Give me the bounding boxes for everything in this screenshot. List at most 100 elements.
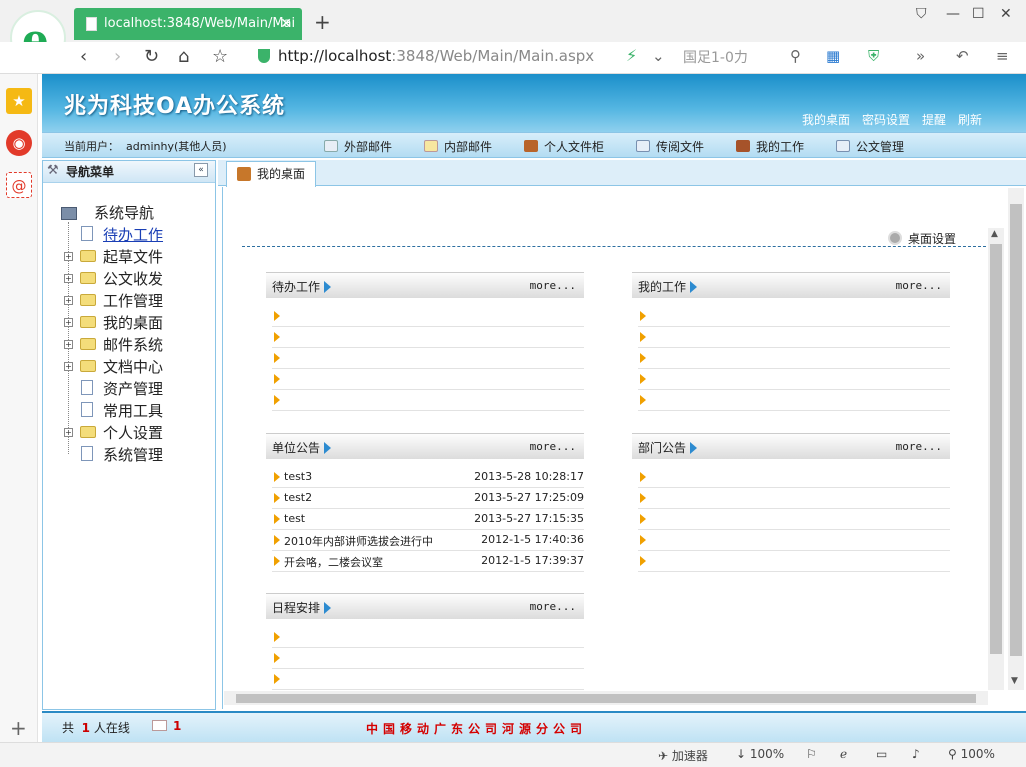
list-item[interactable] <box>272 327 584 348</box>
menu-icon[interactable]: ≡ <box>996 47 1009 65</box>
expand-icon[interactable]: + <box>64 362 73 371</box>
browser-tab[interactable]: localhost:3848/Web/Main/Mai ✕ <box>74 8 302 40</box>
menu-internal-mail[interactable]: 内部邮件 <box>424 138 492 155</box>
menu-my-work[interactable]: 我的工作 <box>736 138 804 155</box>
shirt-icon[interactable]: ⛉ <box>916 6 927 22</box>
undo-icon[interactable]: ↶ <box>956 47 969 65</box>
accelerator-button[interactable]: ✈ 加速器 <box>658 747 708 764</box>
nav-item-document-center[interactable]: 文档中心 <box>103 356 163 377</box>
more-link[interactable]: more... <box>530 279 576 292</box>
list-item[interactable] <box>638 551 950 572</box>
close-window-button[interactable]: ✕ <box>1000 6 1012 22</box>
zoom-indicator[interactable]: ⚲ 100% <box>948 747 995 761</box>
nav-item-asset-management[interactable]: 资产管理 <box>103 378 163 399</box>
nav-item-system-management[interactable]: 系统管理 <box>103 444 163 465</box>
expand-icon[interactable]: + <box>64 340 73 349</box>
url-input[interactable]: http://localhost:3848/Web/Main/Main.aspx <box>278 47 594 65</box>
more-link[interactable]: more... <box>530 600 576 613</box>
horizontal-scroll-thumb[interactable] <box>236 694 976 703</box>
sidebar-add-icon[interactable]: + <box>10 716 27 740</box>
notice-title[interactable]: test2 <box>284 491 312 504</box>
nav-item-personal-settings[interactable]: 个人设置 <box>103 422 163 443</box>
favorite-star-icon[interactable]: ☆ <box>212 46 228 67</box>
list-item[interactable] <box>272 627 584 648</box>
sound-icon[interactable]: ♪ <box>912 747 920 761</box>
link-reminder[interactable]: 提醒 <box>922 111 946 128</box>
expand-icon[interactable]: + <box>64 274 73 283</box>
notice-row[interactable]: test3 2013-5-28 10:28:17 <box>272 467 584 488</box>
more-extensions-icon[interactable]: » <box>916 47 925 65</box>
notice-title[interactable]: 2010年内部讲师选拔会进行中 <box>284 533 433 549</box>
collapse-nav-button[interactable]: « <box>194 163 208 177</box>
list-item[interactable] <box>272 348 584 369</box>
notice-row[interactable]: 开会咯，二楼会议室 2012-1-5 17:39:37 <box>272 551 584 572</box>
maximize-button[interactable]: ☐ <box>972 6 985 22</box>
mail-notification[interactable]: 1 <box>152 719 181 733</box>
more-link[interactable]: more... <box>530 440 576 453</box>
list-item[interactable] <box>638 390 950 411</box>
link-password-settings[interactable]: 密码设置 <box>862 111 910 128</box>
ie-icon[interactable]: ℯ <box>840 747 847 761</box>
list-item[interactable] <box>272 390 584 411</box>
chevron-down-icon[interactable]: ⌄ <box>652 47 665 65</box>
list-item[interactable] <box>272 648 584 669</box>
list-item[interactable] <box>638 369 950 390</box>
list-item[interactable] <box>638 327 950 348</box>
more-link[interactable]: more... <box>896 279 942 292</box>
back-button[interactable]: ‹ <box>80 46 87 67</box>
download-indicator[interactable]: ↓ 100% <box>736 747 784 761</box>
new-tab-button[interactable]: + <box>314 10 331 34</box>
weibo-icon[interactable]: ◉ <box>6 130 32 156</box>
list-item[interactable] <box>272 669 584 690</box>
minimize-button[interactable]: — <box>946 6 960 22</box>
nav-item-doc-exchange[interactable]: 公文收发 <box>103 268 163 289</box>
nav-root[interactable]: 系统导航 <box>94 202 154 223</box>
nav-item-todo[interactable]: 待办工作 <box>103 224 163 245</box>
list-item[interactable] <box>638 467 950 488</box>
menu-external-mail[interactable]: 外部邮件 <box>324 138 392 155</box>
apps-icon[interactable]: ▦ <box>826 47 840 65</box>
list-item[interactable] <box>638 488 950 509</box>
expand-icon[interactable]: + <box>64 296 73 305</box>
inner-vertical-scroll-thumb[interactable] <box>990 244 1002 654</box>
notice-row[interactable]: 2010年内部讲师选拔会进行中 2012-1-5 17:40:36 <box>272 530 584 551</box>
favorites-icon[interactable]: ★ <box>6 88 32 114</box>
reload-button[interactable]: ↻ <box>144 46 159 67</box>
notice-row[interactable]: test2 2013-5-27 17:25:09 <box>272 488 584 509</box>
expand-icon[interactable]: + <box>64 318 73 327</box>
notice-title[interactable]: test <box>284 512 305 525</box>
list-item[interactable] <box>272 306 584 327</box>
scroll-down-icon[interactable]: ▼ <box>1011 676 1018 686</box>
nav-item-draft[interactable]: 起草文件 <box>103 246 163 267</box>
notice-title[interactable]: 开会咯，二楼会议室 <box>284 554 383 570</box>
menu-circulate-files[interactable]: 传阅文件 <box>636 138 704 155</box>
menu-personal-cabinet[interactable]: 个人文件柜 <box>524 138 604 155</box>
search-icon[interactable]: ⚲ <box>790 47 801 65</box>
nav-item-work-management[interactable]: 工作管理 <box>103 290 163 311</box>
flag-icon[interactable]: ⚐ <box>806 747 817 761</box>
link-refresh[interactable]: 刷新 <box>958 111 982 128</box>
shield-icon[interactable]: ⛨ <box>868 47 879 65</box>
list-item[interactable] <box>638 348 950 369</box>
list-item[interactable] <box>638 306 950 327</box>
window-icon[interactable]: ▭ <box>876 747 887 761</box>
scroll-up-icon[interactable]: ▲ <box>991 229 998 239</box>
list-item[interactable] <box>638 530 950 551</box>
nav-item-mail-system[interactable]: 邮件系统 <box>103 334 163 355</box>
list-item[interactable] <box>638 509 950 530</box>
home-button[interactable]: ⌂ <box>178 46 189 67</box>
mail-icon[interactable]: @ <box>6 172 32 198</box>
nav-item-my-desktop[interactable]: 我的桌面 <box>103 312 163 333</box>
outer-vertical-scroll-thumb[interactable] <box>1010 204 1022 656</box>
notice-title[interactable]: test3 <box>284 470 312 483</box>
notice-row[interactable]: test 2013-5-27 17:15:35 <box>272 509 584 530</box>
tab-my-desktop[interactable]: 我的桌面 <box>226 161 316 187</box>
close-tab-icon[interactable]: ✕ <box>280 8 292 40</box>
lightning-icon[interactable]: ⚡ <box>626 46 637 65</box>
more-link[interactable]: more... <box>896 440 942 453</box>
forward-button[interactable]: › <box>114 46 121 67</box>
list-item[interactable] <box>272 369 584 390</box>
link-my-desktop[interactable]: 我的桌面 <box>802 111 850 128</box>
menu-document-management[interactable]: 公文管理 <box>836 138 904 155</box>
search-input[interactable]: 国足1-0力 <box>683 47 748 67</box>
